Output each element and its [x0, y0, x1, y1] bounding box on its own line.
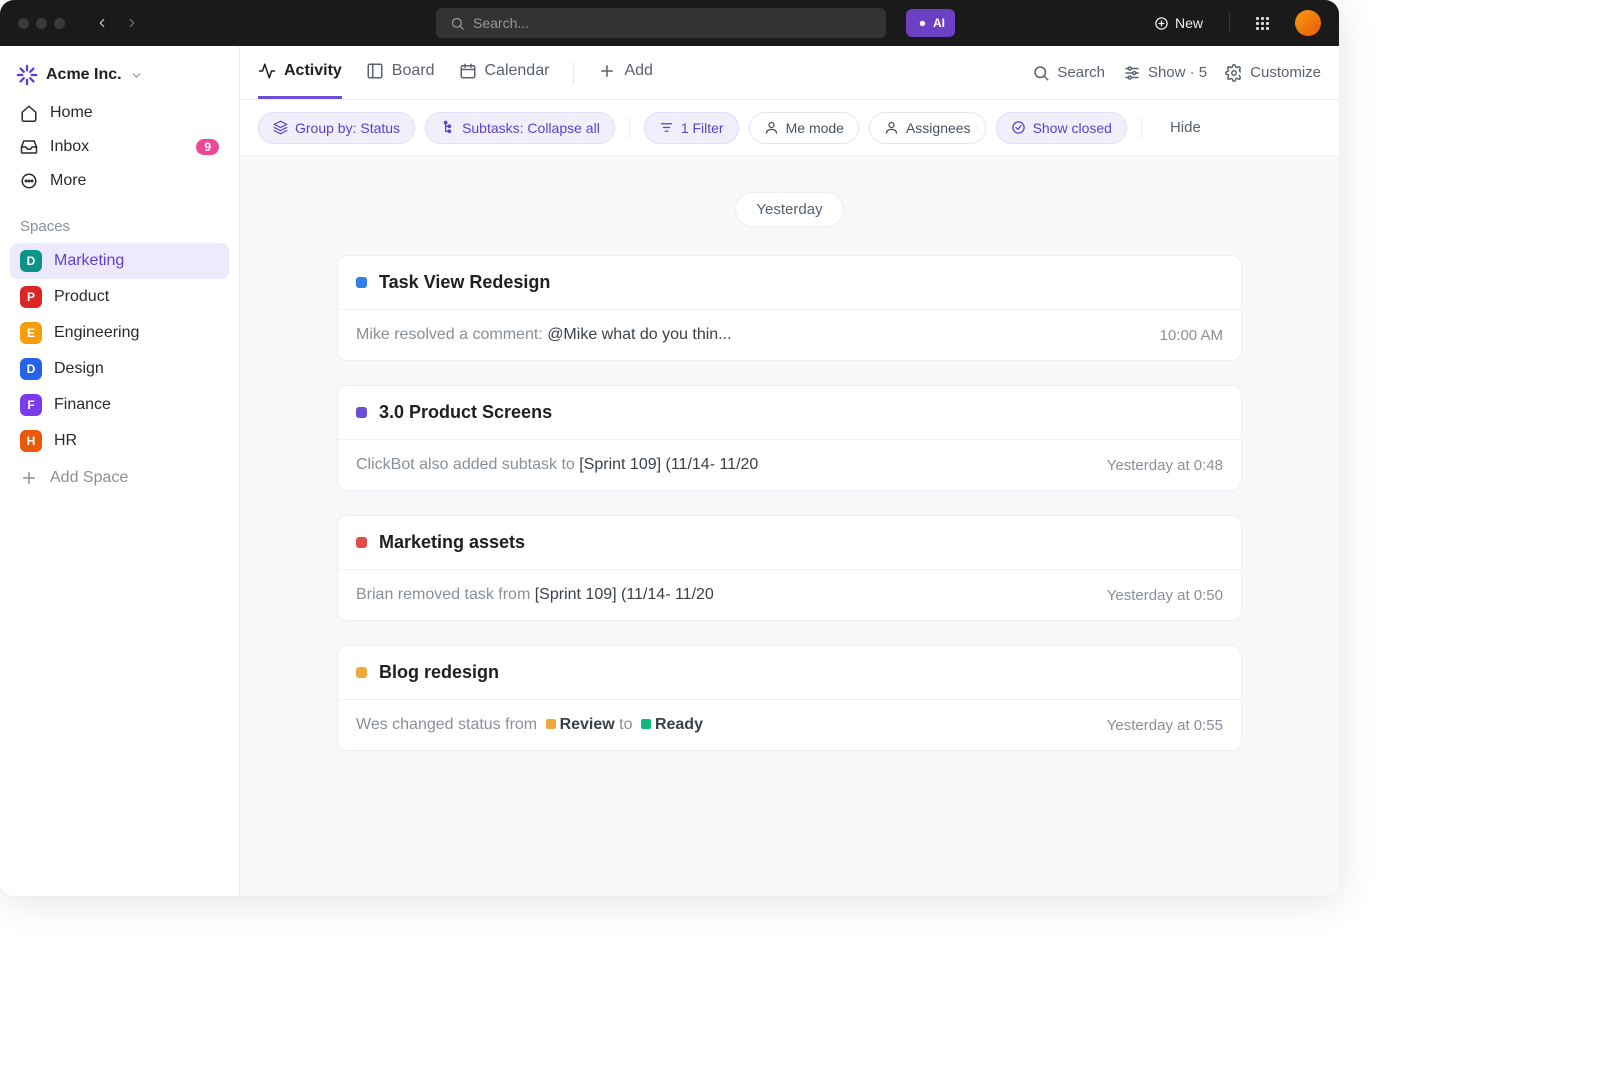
plus-icon [20, 469, 38, 487]
inbox-badge: 9 [196, 139, 219, 155]
space-badge: H [20, 430, 42, 452]
sidebar-space-design[interactable]: D Design [10, 351, 229, 387]
sidebar-space-hr[interactable]: H HR [10, 423, 229, 459]
apps-grid-icon[interactable] [1256, 17, 1269, 30]
timestamp: Yesterday at 0:50 [1107, 587, 1223, 604]
chip-assignees[interactable]: Assignees [869, 112, 986, 144]
search-placeholder: Search... [473, 15, 529, 31]
nav-home[interactable]: Home [10, 96, 229, 130]
sidebar-space-finance[interactable]: F Finance [10, 387, 229, 423]
sidebar-space-product[interactable]: P Product [10, 279, 229, 315]
space-badge: P [20, 286, 42, 308]
filter-bar: Group by: Status Subtasks: Collapse all … [240, 100, 1339, 156]
chip-subtasks[interactable]: Subtasks: Collapse all [425, 112, 615, 144]
card-title: 3.0 Product Screens [379, 402, 552, 423]
status-indicator [356, 277, 367, 288]
history-nav [95, 16, 139, 30]
check-circle-icon [1011, 120, 1026, 135]
plus-icon [598, 62, 616, 80]
card-title: Blog redesign [379, 662, 499, 683]
chip-show-closed[interactable]: Show closed [996, 112, 1127, 144]
sidebar: Acme Inc. Home Inbox 9 More Spaces D Mark… [0, 46, 240, 896]
timestamp: Yesterday at 0:48 [1107, 457, 1223, 474]
card-title: Task View Redesign [379, 272, 550, 293]
activity-icon [258, 62, 276, 80]
sliders-icon [1123, 64, 1141, 82]
view-tabs: Activity Board Calendar Add [240, 46, 1339, 100]
workspace-switcher[interactable]: Acme Inc. [10, 60, 229, 96]
timestamp: Yesterday at 0:55 [1107, 717, 1223, 734]
search-icon [450, 16, 465, 31]
filter-icon [659, 120, 674, 135]
activity-feed: Yesterday Task View Redesign Mike resolv… [240, 156, 1339, 896]
sidebar-space-marketing[interactable]: D Marketing [10, 243, 229, 279]
chip-filter[interactable]: 1 Filter [644, 112, 739, 144]
status-indicator [356, 407, 367, 418]
spaces-label: Spaces [10, 198, 229, 243]
space-label: Product [54, 288, 109, 306]
search-icon [1032, 64, 1050, 82]
status-indicator [356, 537, 367, 548]
ai-button[interactable]: AI [906, 9, 955, 37]
date-pill: Yesterday [735, 192, 843, 227]
inbox-icon [20, 138, 38, 156]
timestamp: 10:00 AM [1160, 327, 1223, 344]
back-icon[interactable] [95, 16, 109, 30]
logo-icon [16, 64, 38, 86]
space-label: HR [54, 432, 77, 450]
person-icon [884, 120, 899, 135]
tab-add-view[interactable]: Add [598, 46, 652, 99]
gear-icon [1225, 64, 1243, 82]
subtask-icon [440, 120, 455, 135]
ai-icon [916, 17, 929, 30]
search-button[interactable]: Search [1032, 64, 1105, 82]
card-title: Marketing assets [379, 532, 525, 553]
app-window: Search... AI New Acme Inc. Home [0, 0, 1339, 896]
chip-group-by[interactable]: Group by: Status [258, 112, 415, 144]
nav-more[interactable]: More [10, 164, 229, 198]
calendar-icon [459, 62, 477, 80]
tab-activity[interactable]: Activity [258, 46, 342, 99]
sidebar-space-engineering[interactable]: E Engineering [10, 315, 229, 351]
activity-card[interactable]: Blog redesign Wes changed status from Re… [337, 645, 1242, 751]
nav-inbox[interactable]: Inbox 9 [10, 130, 229, 164]
hide-button[interactable]: Hide [1170, 119, 1201, 136]
workspace-name: Acme Inc. [46, 66, 122, 84]
show-columns-button[interactable]: Show · 5 [1123, 64, 1207, 82]
layers-icon [273, 120, 288, 135]
more-icon [20, 172, 38, 190]
board-icon [366, 62, 384, 80]
tab-calendar[interactable]: Calendar [459, 46, 550, 99]
forward-icon[interactable] [125, 16, 139, 30]
space-badge: E [20, 322, 42, 344]
window-controls[interactable] [18, 18, 65, 29]
space-label: Engineering [54, 324, 139, 342]
space-label: Finance [54, 396, 111, 414]
new-button[interactable]: New [1154, 15, 1203, 31]
space-badge: D [20, 250, 42, 272]
content-area: Activity Board Calendar Add [240, 46, 1339, 896]
activity-card[interactable]: Marketing assets Brian removed task from… [337, 515, 1242, 621]
plus-circle-icon [1154, 16, 1169, 31]
chevron-down-icon [130, 69, 143, 82]
add-space-button[interactable]: Add Space [10, 459, 229, 497]
user-avatar[interactable] [1295, 10, 1321, 36]
space-badge: D [20, 358, 42, 380]
chip-me-mode[interactable]: Me mode [749, 112, 859, 144]
person-icon [764, 120, 779, 135]
activity-card[interactable]: 3.0 Product Screens ClickBot also added … [337, 385, 1242, 491]
titlebar: Search... AI New [0, 0, 1339, 46]
space-label: Marketing [54, 252, 124, 270]
search-input[interactable]: Search... [436, 8, 886, 38]
tab-board[interactable]: Board [366, 46, 435, 99]
status-indicator [356, 667, 367, 678]
activity-card[interactable]: Task View Redesign Mike resolved a comme… [337, 255, 1242, 361]
space-badge: F [20, 394, 42, 416]
customize-button[interactable]: Customize [1225, 64, 1321, 82]
space-label: Design [54, 360, 104, 378]
home-icon [20, 104, 38, 122]
